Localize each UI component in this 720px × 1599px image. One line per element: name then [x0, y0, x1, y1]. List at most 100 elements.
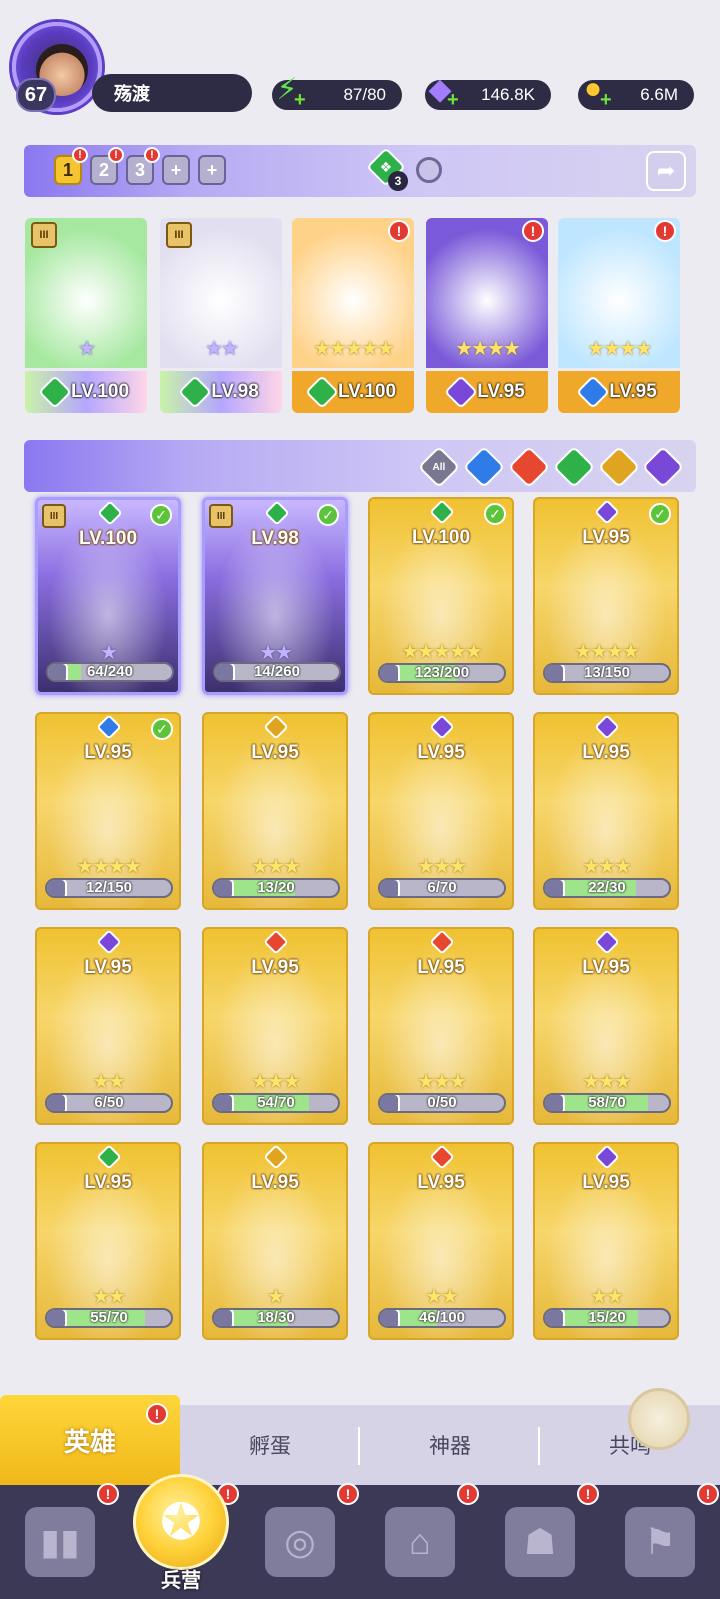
hero-card[interactable]: LV.95 ★★★ 58/70	[533, 927, 679, 1125]
filter-wind-icon[interactable]	[552, 445, 596, 489]
team-add-slot[interactable]: +	[198, 155, 226, 185]
hero-card[interactable]: LV.95 ✓ ★★★★ 13/150	[533, 497, 679, 695]
shard-progress-text: 55/70	[90, 1309, 128, 1326]
shard-progress-bar: 58/70	[543, 1093, 671, 1113]
team-element-icon[interactable]: ❖ 3	[366, 147, 408, 191]
hero-level: LV.95	[84, 1172, 132, 1193]
energy-add-icon[interactable]: +	[294, 90, 310, 110]
shard-progress-text: 6/50	[94, 1094, 124, 1111]
shard-progress-bar: 12/150	[45, 878, 173, 898]
hero-card[interactable]: LV.95 ★★ 55/70	[35, 1142, 181, 1340]
hero-card[interactable]: LV.95 ★★★ 54/70	[202, 927, 348, 1125]
hero-level: LV.95	[251, 742, 299, 763]
hero-card[interactable]: LV.95 ★★ 46/100	[368, 1142, 514, 1340]
hero-card[interactable]: LV.100 ✓ ★★★★★ 123/200	[368, 497, 514, 695]
in-team-check-icon: ✓	[317, 504, 339, 526]
shard-progress-text: 15/20	[588, 1309, 626, 1326]
shard-progress-text: 12/150	[86, 879, 132, 896]
shard-progress-text: 22/30	[588, 879, 626, 896]
nav-barracks-label: 兵营	[161, 1570, 201, 1592]
hero-card[interactable]: LV.95 ✓ ★★★★ 12/150	[35, 712, 181, 910]
hero-card[interactable]: LV.100 ✓ III ★ 64/240	[35, 497, 181, 695]
hero-stars: ★★★★	[587, 338, 653, 360]
filter-dark-icon[interactable]	[641, 445, 685, 489]
shard-progress-bar: 13/150	[543, 663, 671, 683]
hero-alert-icon: !	[388, 220, 410, 242]
hero-card[interactable]: LV.95 ★★★ 22/30	[533, 712, 679, 910]
hero-level: LV.95	[417, 957, 465, 978]
hero-stars: ★★★★	[574, 641, 640, 663]
castle-icon: ⌂	[385, 1507, 455, 1577]
barracks-icon: ✪	[133, 1474, 229, 1570]
coin-add-icon[interactable]: +	[600, 90, 616, 110]
team-hero-card[interactable]: ★★★★ LV.95!	[426, 218, 548, 413]
team-hero-card[interactable]: ★★ LV.98 III	[160, 218, 282, 413]
shard-progress-text: 58/70	[588, 1094, 626, 1111]
hero-stars: ★★★	[417, 856, 467, 878]
energy-counter[interactable]: ⚡ + 87/80	[272, 73, 402, 110]
filter-light-icon[interactable]	[597, 445, 641, 489]
hero-stars: ★★	[205, 338, 239, 360]
shard-progress-text: 64/240	[87, 663, 133, 680]
hero-card[interactable]: LV.95 ★★★ 0/50	[368, 927, 514, 1125]
hero-level: LV.95	[609, 381, 657, 402]
tab-artifact[interactable]: 神器	[360, 1405, 540, 1485]
nav-cards-alert-icon: !	[97, 1483, 119, 1505]
filter-all-label: All	[432, 461, 446, 473]
hero-stars: ★★★★	[455, 338, 521, 360]
filter-water-icon[interactable]	[462, 445, 506, 489]
coin-value: 6.6M	[640, 85, 678, 104]
energy-value: 87/80	[343, 85, 386, 104]
share-button[interactable]: ➦	[646, 151, 686, 191]
nav-book-alert-icon: !	[337, 1483, 359, 1505]
team-hero-card[interactable]: ★★★★★ LV.100!	[292, 218, 414, 413]
team-add-slot[interactable]: +	[162, 155, 190, 185]
team-hero-card[interactable]: ★ LV.100 III	[25, 218, 147, 413]
wind-element-icon	[37, 375, 72, 409]
gem-counter[interactable]: ◆ + 146.8K	[425, 73, 551, 110]
hero-level: LV.100	[70, 381, 130, 402]
team-element-count: 3	[388, 171, 408, 191]
hero-card[interactable]: LV.95 ★ 18/30	[202, 1142, 348, 1340]
player-name[interactable]: 殇渡	[92, 74, 252, 112]
in-team-check-icon: ✓	[484, 503, 506, 525]
filter-fire-icon[interactable]	[507, 445, 551, 489]
filter-all[interactable]: All	[417, 445, 461, 489]
hero-stars: ★★	[425, 1286, 459, 1308]
hero-level: LV.100	[411, 527, 471, 548]
hero-stars: ★★★	[251, 856, 301, 878]
gem-add-icon[interactable]: +	[447, 90, 463, 110]
hero-stars: ★★	[590, 1286, 624, 1308]
hero-level-footer: LV.98	[160, 371, 282, 413]
shard-progress-bar: 54/70	[212, 1093, 340, 1113]
book-icon: ◎	[265, 1507, 335, 1577]
hero-card[interactable]: LV.98 ✓ III ★★ 14/260	[202, 497, 348, 695]
hero-alert-icon: !	[654, 220, 676, 242]
shard-progress-bar: 64/240	[46, 662, 174, 682]
shard-progress-text: 123/200	[414, 664, 470, 681]
shard-progress-text: 6/70	[427, 879, 457, 896]
hero-card[interactable]: LV.95 ★★ 6/50	[35, 927, 181, 1125]
wind-element-icon	[304, 375, 339, 409]
nav-barracks[interactable]: ✪ 兵营	[122, 1460, 240, 1599]
search-icon[interactable]	[416, 157, 442, 183]
coin-counter[interactable]: ● + 6.6M	[578, 72, 694, 110]
team-hero-card[interactable]: ★★★★ LV.95!	[558, 218, 680, 413]
shard-progress-bar: 123/200	[378, 663, 506, 683]
shard-progress-bar: 14/260	[213, 662, 341, 682]
hero-stars: ★★★★★	[401, 641, 483, 663]
shard-progress-text: 14/260	[254, 663, 300, 680]
mushroom-icon: ☗	[505, 1507, 575, 1577]
hero-stars: ★★★★	[76, 856, 142, 878]
team-slot-alert-icon: !	[108, 147, 124, 163]
floating-compass-button[interactable]	[628, 1388, 690, 1450]
hero-level: LV.95	[582, 1172, 630, 1193]
wind-element-icon	[178, 375, 213, 409]
hero-card[interactable]: LV.95 ★★★ 13/20	[202, 712, 348, 910]
hero-level: LV.95	[477, 381, 525, 402]
hero-stars: ★★★	[582, 1071, 632, 1093]
shard-progress-bar: 15/20	[543, 1308, 671, 1328]
hero-card[interactable]: LV.95 ★★ 15/20	[533, 1142, 679, 1340]
shard-progress-bar: 46/100	[378, 1308, 506, 1328]
hero-card[interactable]: LV.95 ★★★ 6/70	[368, 712, 514, 910]
